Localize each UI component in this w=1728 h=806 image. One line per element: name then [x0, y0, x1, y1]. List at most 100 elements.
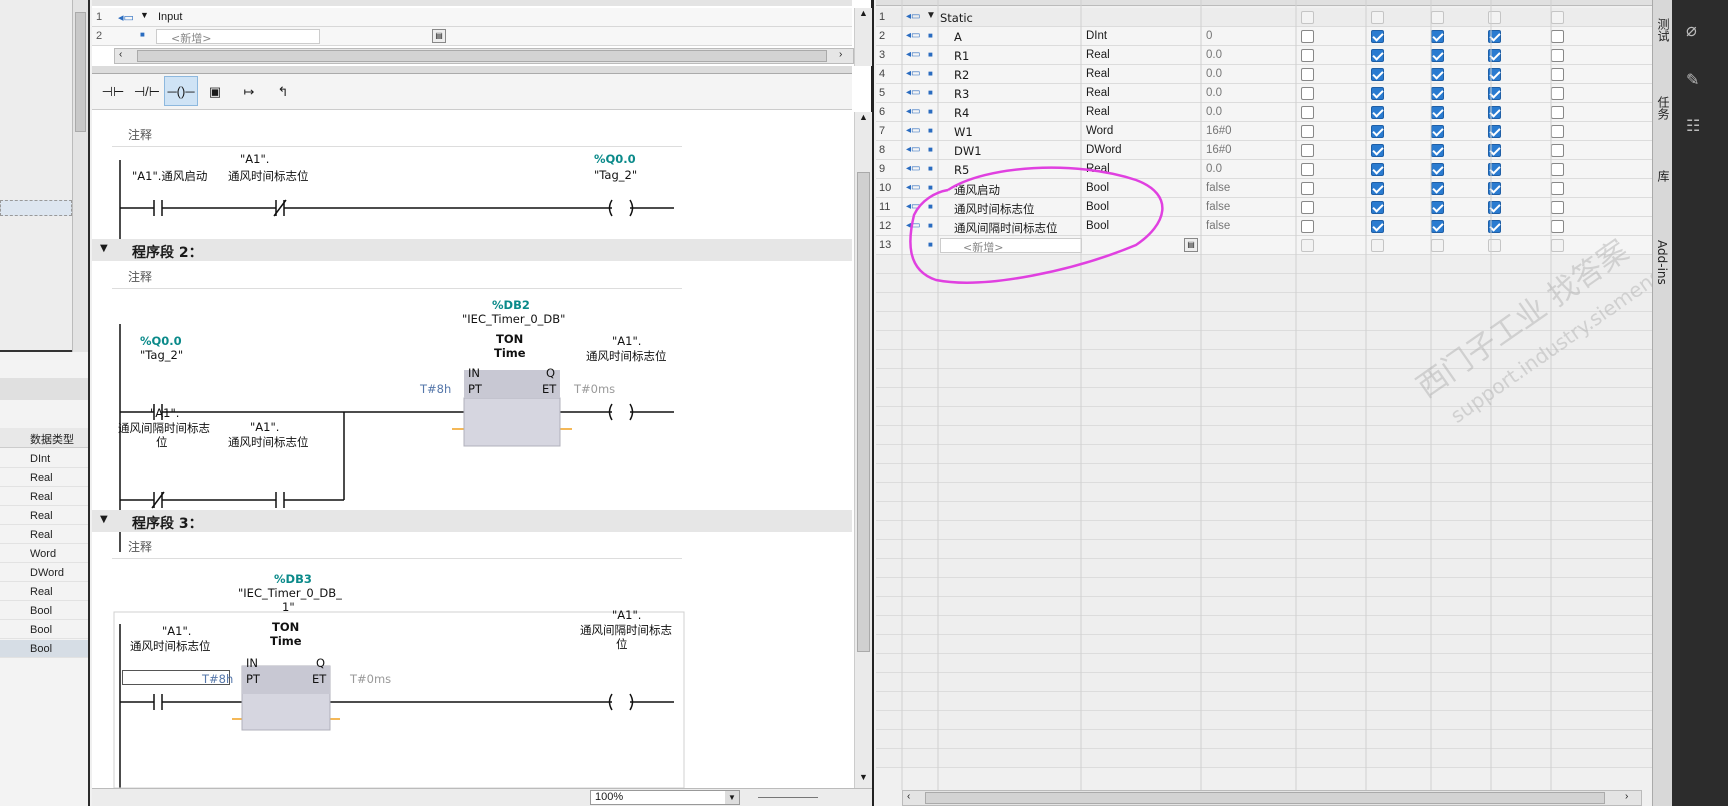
details-type-row[interactable]: Real: [0, 583, 88, 601]
coil-label-line1[interactable]: "A1".: [612, 334, 641, 348]
branch-open-icon[interactable]: ↦: [232, 76, 266, 106]
coil-tag[interactable]: "Tag_2": [594, 168, 637, 182]
box-icon[interactable]: ▣: [198, 76, 232, 106]
db-name-line2[interactable]: 1": [282, 600, 295, 614]
contact-label-line2[interactable]: 通风时间标志位: [228, 434, 309, 450]
scroll-left-icon[interactable]: ‹: [907, 791, 910, 802]
coil-label-line2[interactable]: 通风时间标志位: [586, 348, 667, 364]
hscroll-thumb[interactable]: [137, 50, 827, 62]
db-variable-table: 1 ◂▭ ▼ Static 2 ◂▭ ■ A DInt 0 3 ◂▭ ■ R1 Real 0.0 4 ◂▭ ■ R2 R…: [876, 0, 1728, 806]
type-value: Word: [30, 548, 57, 560]
project-tree-area: [0, 0, 72, 352]
zoom-value: 100%: [595, 791, 624, 803]
contact-label-line2[interactable]: 通风时间标志位: [228, 168, 309, 184]
hscroll-thumb[interactable]: [925, 792, 1605, 804]
scroll-left-icon[interactable]: ‹: [119, 49, 122, 60]
details-type-row[interactable]: Real: [0, 507, 88, 525]
scroll-up-icon[interactable]: ▲: [855, 112, 872, 122]
details-type-row[interactable]: Word: [0, 545, 88, 563]
contact-label-line1[interactable]: "A1".: [162, 624, 191, 638]
coil-label-line1[interactable]: "A1".: [612, 608, 641, 622]
scroll-right-icon[interactable]: ›: [839, 49, 842, 60]
details-header-bar: [0, 378, 88, 400]
segment-header[interactable]: ▼ 程序段 2：: [92, 239, 852, 261]
pin-pt: PT: [468, 382, 482, 396]
tab-testing[interactable]: 测试: [1655, 18, 1672, 42]
expand-triangle-icon[interactable]: ▼: [140, 10, 149, 20]
interface-hscroll[interactable]: ‹ ›: [114, 48, 854, 64]
db-name[interactable]: "IEC_Timer_0_DB": [462, 312, 565, 326]
contact-label[interactable]: "A1".通风启动: [132, 168, 207, 184]
table-hscroll[interactable]: ‹ ›: [902, 790, 1642, 806]
contact-tag[interactable]: "Tag_2": [140, 348, 183, 362]
type-column-header: 数据类型: [30, 433, 74, 446]
details-type-row[interactable]: Real: [0, 526, 88, 544]
pin-q: Q: [546, 366, 556, 380]
tree-icon[interactable]: ☷: [1686, 116, 1700, 136]
details-type-row[interactable]: Real: [0, 469, 88, 487]
coil-address: %Q0.0: [594, 152, 636, 166]
et-value[interactable]: T#0ms: [350, 672, 391, 686]
tab-library[interactable]: 库: [1655, 170, 1672, 182]
contact-label-line2[interactable]: 通风时间标志位: [130, 638, 211, 654]
collapse-triangle-icon[interactable]: ▼: [100, 514, 108, 525]
ladder-wires: [113, 160, 685, 788]
coil-icon[interactable]: ─()─: [164, 76, 198, 106]
contact-label-line3[interactable]: 位: [156, 434, 168, 450]
scroll-right-icon[interactable]: ›: [1625, 791, 1628, 802]
details-type-row[interactable]: Bool: [0, 640, 88, 658]
paperclip-icon[interactable]: ⌀: [1686, 20, 1697, 41]
normally-open-contact-icon[interactable]: ⊣⊢: [96, 76, 130, 106]
editor-vscroll[interactable]: ▲ ▼: [854, 112, 872, 788]
type-value: Real: [30, 510, 53, 522]
interface-row[interactable]: 2 ■ <新增> ▤: [92, 27, 852, 46]
coil-label-line3[interactable]: 位: [616, 636, 628, 652]
editor-scroll-thumb[interactable]: [857, 172, 870, 652]
left-scroll-thumb[interactable]: [75, 12, 86, 132]
contact-label-line1[interactable]: "A1".: [250, 420, 279, 434]
db-address: %DB2: [492, 298, 530, 312]
contact-label-line1[interactable]: "A1".: [240, 152, 269, 166]
type-value: Real: [30, 529, 53, 541]
segment-header[interactable]: ▼ 程序段 3：: [92, 510, 852, 532]
left-scrollbar[interactable]: [72, 0, 88, 352]
collapse-triangle-icon[interactable]: ▼: [100, 243, 108, 254]
details-type-row[interactable]: DInt: [0, 450, 88, 468]
type-value: DInt: [30, 453, 51, 465]
zoom-select[interactable]: 100% ▼: [590, 790, 740, 805]
normally-closed-contact-icon[interactable]: ⊣/⊢: [130, 76, 164, 106]
tab-add-ins[interactable]: Add-ins: [1655, 240, 1669, 285]
zoom-slider[interactable]: [758, 797, 818, 798]
contact-label-line1[interactable]: "A1".: [150, 406, 179, 420]
segment-comment[interactable]: 注释: [128, 538, 152, 555]
db-name-line1[interactable]: "IEC_Timer_0_DB_: [238, 586, 342, 600]
details-type-row[interactable]: DWord: [0, 564, 88, 582]
interface-vscroll[interactable]: ▲: [854, 8, 872, 66]
edit-icon[interactable]: ✎: [1686, 70, 1699, 90]
segment-comment[interactable]: 注释: [128, 268, 152, 285]
details-type-row[interactable]: Bool: [0, 602, 88, 620]
interface-row[interactable]: 1 ◂▭ ▼ Input: [92, 8, 852, 27]
row-bullet-icon: ■: [140, 30, 145, 39]
pin-et: ET: [312, 672, 327, 686]
pt-value[interactable]: T#8h: [420, 382, 451, 396]
tab-tasks[interactable]: 任务: [1655, 96, 1672, 120]
timer-type[interactable]: TON: [272, 620, 299, 634]
details-type-row[interactable]: Bool: [0, 621, 88, 639]
chevron-down-icon[interactable]: ▼: [725, 791, 739, 804]
left-panel: 数据类型 DInt Real Real Real Real Word DWord Real Bo…: [0, 0, 90, 806]
branch-close-icon[interactable]: ↰: [266, 76, 300, 106]
et-value[interactable]: T#0ms: [574, 382, 615, 396]
add-new-field[interactable]: <新增>: [156, 29, 320, 45]
program-editor: 1 ◂▭ ▼ Input 2 ■ <新增> ▤ ▲ ‹ › ⊣⊢ ⊣/⊢ ─()…: [92, 0, 874, 806]
pt-value[interactable]: T#8h: [202, 672, 233, 686]
type-value: Real: [30, 491, 53, 503]
scroll-up-icon[interactable]: ▲: [855, 8, 872, 18]
type-value: Bool: [30, 605, 53, 617]
timer-type[interactable]: TON: [496, 332, 523, 346]
type-picker-icon[interactable]: ▤: [432, 29, 446, 43]
tree-selected-row[interactable]: [0, 200, 72, 216]
splitter[interactable]: [92, 66, 852, 74]
scroll-down-icon[interactable]: ▼: [855, 772, 872, 782]
details-type-row[interactable]: Real: [0, 488, 88, 506]
